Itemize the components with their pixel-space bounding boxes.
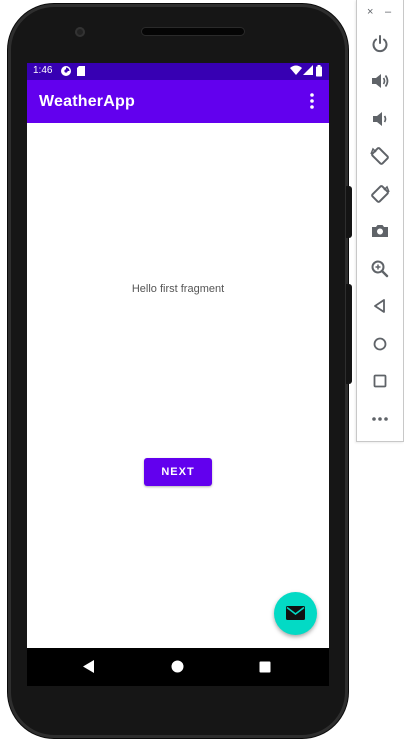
home-icon[interactable] [171, 660, 184, 678]
app-bar: WeatherApp [27, 80, 329, 123]
power-side-button [346, 186, 352, 238]
signal-icon [303, 65, 313, 79]
battery-icon [316, 65, 322, 80]
wifi-icon [290, 65, 302, 79]
rotate-left-icon[interactable] [369, 145, 391, 167]
volume-down-icon[interactable] [369, 108, 391, 130]
app-title: WeatherApp [39, 93, 135, 110]
recents-icon[interactable] [259, 660, 271, 678]
status-bar: 1:46 [27, 63, 329, 80]
minimize-icon[interactable]: – [385, 6, 391, 18]
back-icon[interactable] [369, 295, 391, 317]
rotate-right-icon[interactable] [369, 183, 391, 205]
device-screen[interactable]: 1:46 WeatherApp Hello first fragment NEX… [27, 63, 329, 686]
sd-card-icon [76, 65, 86, 80]
more-icon[interactable] [369, 408, 391, 430]
front-camera [75, 27, 85, 37]
navigation-bar [27, 648, 329, 686]
email-fab[interactable] [274, 592, 317, 635]
status-time: 1:46 [33, 65, 53, 76]
zoom-icon[interactable] [369, 258, 391, 280]
emulator-window: 1:46 WeatherApp Hello first fragment NEX… [0, 0, 404, 740]
overflow-menu-icon[interactable] [305, 91, 319, 111]
email-icon [286, 606, 305, 620]
volume-up-icon[interactable] [369, 70, 391, 92]
data-saver-icon [60, 65, 72, 80]
next-button[interactable]: NEXT [144, 458, 212, 486]
earpiece-speaker [142, 28, 244, 35]
power-icon[interactable] [369, 33, 391, 55]
back-icon[interactable] [83, 660, 95, 678]
camera-icon[interactable] [369, 220, 391, 242]
close-icon[interactable]: × [367, 6, 373, 18]
overview-icon[interactable] [369, 370, 391, 392]
fragment-message: Hello first fragment [131, 283, 225, 295]
home-icon[interactable] [369, 333, 391, 355]
volume-side-button [346, 284, 352, 384]
emulator-toolbar: × – [356, 0, 404, 442]
toolbar-header: × – [357, 6, 404, 20]
